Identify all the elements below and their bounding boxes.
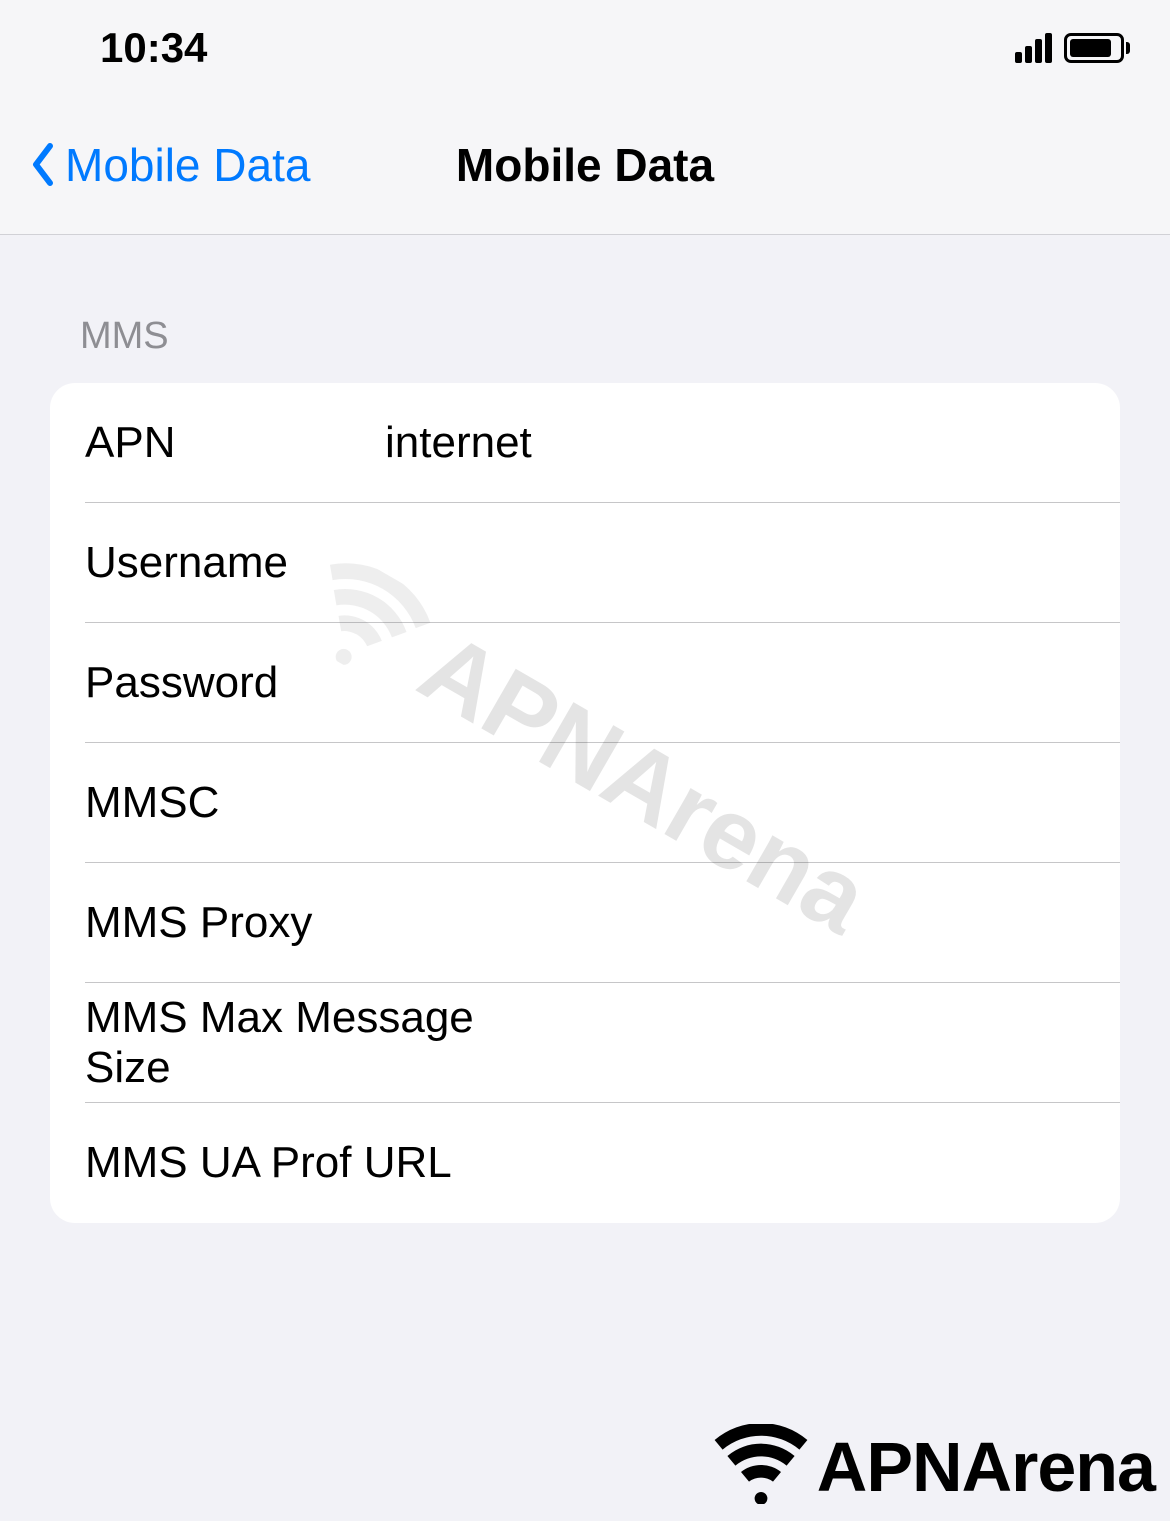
wifi-icon [711,1424,811,1509]
chevron-left-icon [30,142,55,187]
mms-max-size-row[interactable]: MMS Max Message Size [50,983,1120,1103]
section-header-mms: MMS [50,315,1120,383]
password-input[interactable] [385,658,1085,708]
status-indicators [1015,33,1130,63]
page-title: Mobile Data [456,138,714,192]
footer-logo: APNArena [711,1424,1155,1509]
mms-ua-prof-input[interactable] [510,1138,1085,1188]
mms-max-size-input[interactable] [510,1018,1085,1068]
mmsc-input[interactable] [385,778,1085,828]
mms-settings-group: APN Username Password MMSC MMS Proxy MMS… [50,383,1120,1223]
username-label: Username [85,538,385,588]
footer-text: APNArena [817,1427,1155,1507]
apn-row[interactable]: APN [50,383,1120,503]
mms-ua-prof-row[interactable]: MMS UA Prof URL [50,1103,1120,1223]
back-button[interactable]: Mobile Data [30,138,310,192]
password-label: Password [85,658,385,708]
battery-icon [1064,33,1130,63]
username-row[interactable]: Username [50,503,1120,623]
username-input[interactable] [385,538,1085,588]
back-label: Mobile Data [65,138,310,192]
apn-input[interactable] [385,418,1085,468]
status-time: 10:34 [100,24,207,72]
mms-max-size-label: MMS Max Message Size [85,993,510,1093]
status-bar: 10:34 [0,0,1170,95]
content-area: MMS APN Username Password MMSC MMS Proxy [0,235,1170,1223]
mms-proxy-label: MMS Proxy [85,898,510,948]
mmsc-row[interactable]: MMSC [50,743,1120,863]
password-row[interactable]: Password [50,623,1120,743]
apn-label: APN [85,418,385,468]
mmsc-label: MMSC [85,778,385,828]
cellular-signal-icon [1015,33,1052,63]
mms-proxy-row[interactable]: MMS Proxy [50,863,1120,983]
navigation-bar: Mobile Data Mobile Data [0,95,1170,235]
mms-proxy-input[interactable] [510,898,1085,948]
mms-ua-prof-label: MMS UA Prof URL [85,1138,510,1188]
